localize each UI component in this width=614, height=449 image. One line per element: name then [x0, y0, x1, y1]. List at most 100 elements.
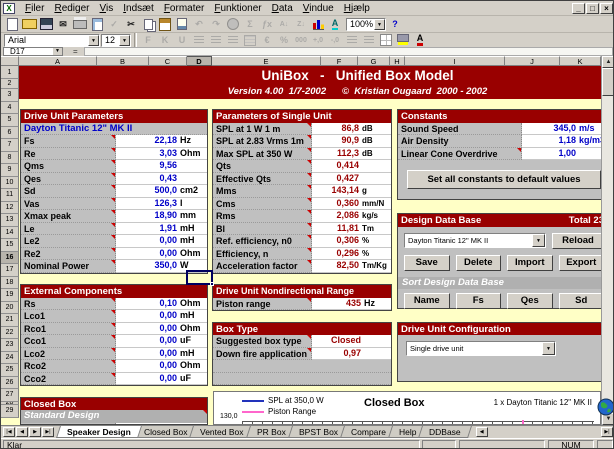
autosum-icon[interactable]: Σ [242, 17, 258, 32]
row-label[interactable]: Cms [213, 198, 312, 211]
redo-icon[interactable]: ↷ [208, 17, 224, 32]
row-label[interactable]: Sd [21, 185, 116, 198]
database-action-button[interactable]: Save [404, 255, 450, 271]
sort-button[interactable]: Fs [456, 293, 502, 309]
cut-icon[interactable]: ✂ [123, 17, 139, 32]
row-header[interactable]: 16 [1, 252, 19, 265]
vertical-scrollbar[interactable]: ▲ ▼ [601, 56, 614, 425]
currency-icon[interactable]: € [259, 33, 275, 48]
next-sheet-icon[interactable]: ▶ [29, 427, 41, 437]
chevron-down-icon[interactable]: ▼ [53, 48, 62, 55]
value-cell[interactable]: 0,00mH [116, 235, 207, 248]
select-all-corner[interactable] [1, 56, 19, 66]
sheet-tab[interactable]: Vented Box [189, 426, 254, 438]
row-header[interactable]: 14 [1, 227, 19, 240]
row-label[interactable]: Cco2 [21, 373, 116, 386]
sort-button[interactable]: Name [404, 293, 450, 309]
row-label[interactable]: Le [21, 223, 116, 236]
hscroll-right-icon[interactable]: ▶| [601, 427, 613, 437]
row-header[interactable]: 20 [1, 302, 19, 315]
row-label[interactable]: Acceleration factor [213, 260, 312, 273]
help-icon[interactable]: ? [387, 17, 403, 32]
row-header[interactable]: 12 [1, 202, 19, 215]
column-header[interactable]: H [390, 56, 405, 66]
selected-cell-D17[interactable] [186, 270, 213, 285]
paste-function-icon[interactable]: ƒx [259, 17, 275, 32]
value-cell[interactable]: 0,306% [312, 235, 391, 248]
underline-icon[interactable]: U [174, 33, 190, 48]
align-center-icon[interactable] [208, 33, 224, 48]
row-header[interactable]: 7 [1, 139, 19, 152]
fill-color-icon[interactable] [395, 33, 411, 48]
row-label[interactable]: Re2 [21, 248, 116, 261]
chevron-down-icon[interactable]: ▼ [532, 234, 545, 247]
row-label[interactable]: Sound Speed [398, 123, 522, 136]
spelling-icon[interactable]: ✓ [106, 17, 122, 32]
column-header[interactable]: A [19, 56, 97, 66]
database-action-button[interactable]: Delete [456, 255, 502, 271]
scrollbar-thumb[interactable] [602, 68, 614, 96]
row-label[interactable]: Xmax peak [21, 210, 116, 223]
row-label[interactable]: Mms [213, 185, 312, 198]
insert-hyperlink-icon[interactable] [225, 17, 241, 32]
first-sheet-icon[interactable]: |◀ [3, 427, 15, 437]
row-header[interactable]: 18 [1, 277, 19, 290]
value-cell[interactable]: 345,0m/s [522, 123, 610, 136]
empty-row[interactable] [213, 360, 391, 373]
empty-row[interactable] [213, 373, 391, 386]
menu-item[interactable]: Funktioner [209, 2, 266, 15]
menu-item[interactable]: Indsæt [118, 2, 159, 15]
row-label[interactable]: Air Density [398, 135, 522, 148]
print-icon[interactable] [72, 17, 88, 32]
equals-icon[interactable]: = [73, 47, 78, 56]
column-header[interactable]: I [405, 56, 505, 66]
row-label[interactable]: SPL at 1 W 1 m [213, 123, 312, 136]
row-header[interactable]: 2 [1, 79, 19, 89]
chevron-down-icon[interactable]: ▼ [88, 35, 99, 46]
sort-button[interactable]: Qes [507, 293, 553, 309]
database-action-button[interactable]: Import [507, 255, 553, 271]
zoom-select[interactable]: 100% ▼ [346, 18, 386, 31]
row-label[interactable]: Linear Cone Overdrive [398, 148, 522, 161]
row-header[interactable]: 23 [1, 339, 19, 352]
merge-center-icon[interactable] [242, 33, 258, 48]
row-header[interactable]: 13 [1, 214, 19, 227]
sort-button[interactable]: Sd [559, 293, 605, 309]
drive-unit-name-cell[interactable]: Dayton Titanic 12" MK II [21, 123, 207, 136]
row-label[interactable]: Effective Qts [213, 173, 312, 186]
response-chart[interactable]: SPL at 350,0 W Piston Range Closed Box 1… [213, 391, 601, 425]
row-label[interactable]: Rs [21, 298, 116, 311]
row-label[interactable]: Max SPL at 350 W [213, 148, 312, 161]
column-header[interactable]: J [505, 56, 560, 66]
menu-item[interactable]: Vis [95, 2, 119, 15]
value-cell[interactable]: 126,3l [116, 198, 207, 211]
value-cell[interactable]: 1,91mH [116, 223, 207, 236]
sort-descending-icon[interactable]: Z↓ [293, 17, 309, 32]
decrease-decimal-icon[interactable]: -,0 [327, 33, 343, 48]
fill-handle[interactable] [210, 282, 214, 286]
row-label[interactable]: Qes [21, 173, 116, 186]
menu-item[interactable]: Formater [159, 2, 210, 15]
value-cell[interactable]: 500,0cm2 [116, 185, 207, 198]
prev-sheet-icon[interactable]: ◀ [16, 427, 28, 437]
value-cell[interactable]: 82,50Tm/Kg [312, 260, 391, 273]
row-label[interactable]: Qms [21, 160, 116, 173]
chevron-down-icon[interactable]: ▼ [542, 342, 555, 355]
row-label[interactable]: SPL at 2.83 Vrms 1m [213, 135, 312, 148]
value-cell[interactable]: 22,18Hz [116, 135, 207, 148]
value-cell[interactable]: Closed [312, 335, 391, 348]
sort-ascending-icon[interactable]: A↓ [276, 17, 292, 32]
row-label[interactable]: Cco1 [21, 335, 116, 348]
value-cell[interactable]: 0,00uF [116, 335, 207, 348]
value-cell[interactable]: 1,18kg/m3 [522, 135, 610, 148]
value-cell[interactable]: 0,10Ohm [116, 298, 207, 311]
row-header[interactable]: 5 [1, 114, 19, 127]
row-label[interactable]: Efficiency, n [213, 248, 312, 261]
row-label[interactable]: Fs [21, 135, 116, 148]
value-cell[interactable]: 0,427 [312, 173, 391, 186]
close-button[interactable]: × [600, 3, 613, 14]
menu-item[interactable]: Filer [20, 2, 49, 15]
row-header[interactable]: 29 [1, 405, 19, 418]
row-header[interactable]: 17 [1, 264, 19, 277]
column-header[interactable]: F [321, 56, 358, 66]
